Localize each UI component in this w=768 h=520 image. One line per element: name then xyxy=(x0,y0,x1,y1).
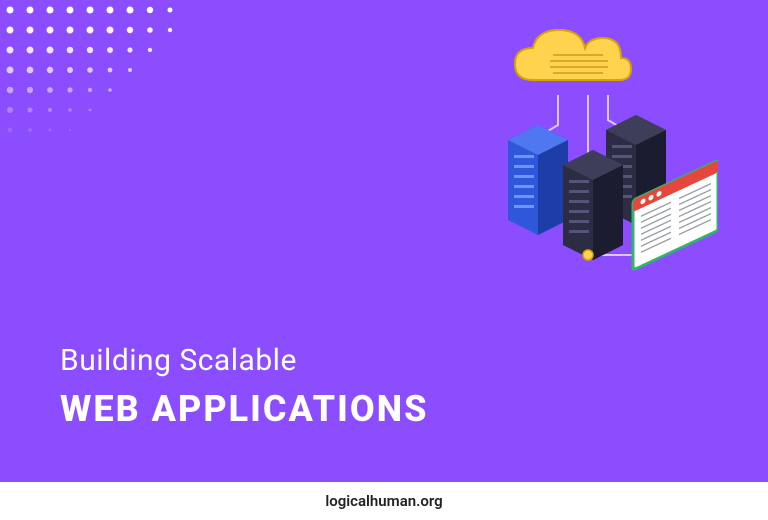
server-blue-icon xyxy=(508,125,568,235)
connection-node-icon xyxy=(583,250,593,260)
heading-line2: WEB APPLICATIONS xyxy=(60,388,428,430)
heading-block: Building Scalable WEB APPLICATIONS xyxy=(60,343,428,430)
server-dark-front-icon xyxy=(563,150,623,260)
cloud-icon xyxy=(515,30,631,80)
heading-line1: Building Scalable xyxy=(60,343,428,378)
dot-grid-decoration xyxy=(0,0,200,150)
cloud-servers-browser-icon xyxy=(438,25,718,305)
footer-bar: logicalhuman.org xyxy=(0,482,768,520)
footer-site-label: logicalhuman.org xyxy=(325,492,442,510)
banner-canvas: Building Scalable WEB APPLICATIONS logic… xyxy=(0,0,768,520)
